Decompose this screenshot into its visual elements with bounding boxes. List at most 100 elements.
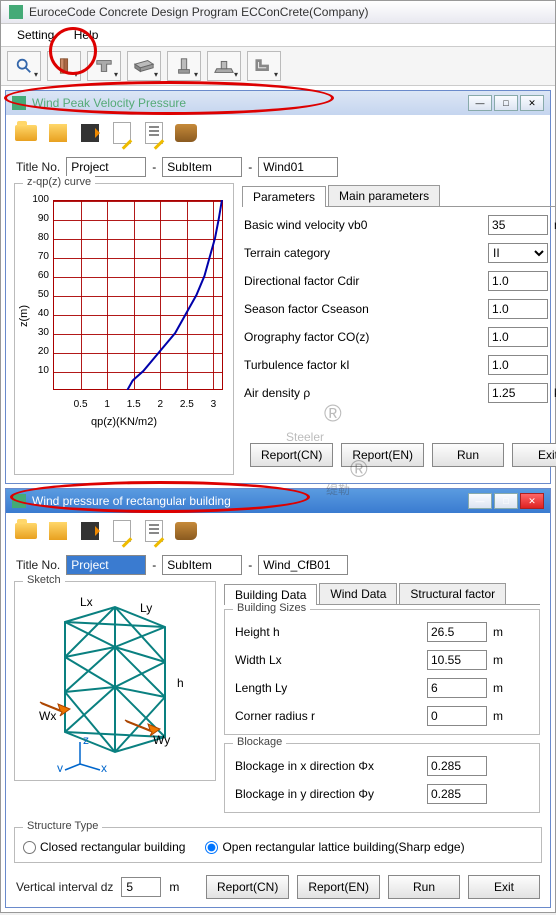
tool-pipe[interactable]: ▾ (247, 51, 281, 81)
cseason-input[interactable] (488, 299, 548, 319)
chart-group: z-qp(z) curve z(m) qp(z)(KN/m2) 10203040… (14, 183, 234, 475)
folder-icon (15, 523, 37, 539)
menu-setting[interactable]: Setting (9, 26, 62, 44)
open-button[interactable] (12, 119, 40, 147)
project-input[interactable] (66, 157, 146, 177)
vb0-input[interactable] (488, 215, 548, 235)
svg-text:x: x (101, 761, 107, 772)
titleno-label: Title No. (16, 160, 60, 174)
report-en-button[interactable]: Report(EN) (341, 443, 424, 467)
height-input[interactable] (427, 622, 487, 642)
tab-wind[interactable]: Wind Data (319, 583, 397, 604)
edit-b-button[interactable] (140, 119, 168, 147)
building-panel: Building Data Wind Data Structural facto… (222, 581, 542, 815)
co-label: Orography factor CO(z) (244, 330, 482, 344)
param-panel: Parameters Main parameters Basic wind ve… (240, 183, 556, 475)
save-icon (49, 124, 67, 142)
panel2-toolbar (6, 513, 550, 549)
cdir-label: Directional factor Cdir (244, 274, 482, 288)
project-input-2[interactable] (66, 555, 146, 575)
svg-text:h: h (177, 676, 184, 690)
help-button-2[interactable] (172, 517, 200, 545)
subitem-input-2[interactable] (162, 555, 242, 575)
terrain-select[interactable]: II (488, 243, 548, 263)
folder-icon (15, 125, 37, 141)
run-button[interactable]: Run (432, 443, 504, 467)
blockage-y-input[interactable] (427, 784, 487, 804)
panel1-max[interactable]: □ (494, 95, 518, 111)
panel1-min[interactable]: — (468, 95, 492, 111)
panel2-title: Wind pressure of rectangular building (32, 494, 468, 508)
panel1-title: Wind Peak Velocity Pressure (32, 96, 468, 110)
app-icon (9, 5, 23, 19)
tab-structural[interactable]: Structural factor (399, 583, 506, 604)
edit-a-button-2[interactable] (108, 517, 136, 545)
vb0-label: Basic wind velocity vb0 (244, 218, 482, 232)
co-input[interactable] (488, 327, 548, 347)
tab-main-parameters[interactable]: Main parameters (328, 185, 440, 206)
tool-slab[interactable]: ▾ (127, 51, 161, 81)
main-toolbar: ▾ ▾ ▾ ▾ ▾ ▾ ▾ (1, 47, 555, 86)
radio-closed[interactable]: Closed rectangular building (23, 840, 185, 854)
svg-text:Lx: Lx (80, 595, 93, 609)
chart-xlabel: qp(z)(KN/m2) (91, 416, 157, 428)
tool-tbeam[interactable]: ▾ (87, 51, 121, 81)
save-icon (49, 522, 67, 540)
radio-open[interactable]: Open rectangular lattice building(Sharp … (205, 840, 464, 854)
blockage-title: Blockage (233, 736, 286, 748)
sketch-svg: Lx Ly h Wx Wy z x y (25, 592, 205, 772)
cseason-label: Season factor Cseason (244, 302, 482, 316)
save-button-2[interactable] (44, 517, 72, 545)
subitem-input[interactable] (162, 157, 242, 177)
titleno-label-2: Title No. (16, 558, 60, 572)
help-button[interactable] (172, 119, 200, 147)
width-input[interactable] (427, 650, 487, 670)
panel1-icon (12, 96, 26, 110)
edit-doc-icon (145, 122, 163, 144)
tool-pier[interactable]: ▾ (167, 51, 201, 81)
main-titlebar: EuroceCode Concrete Design Program ECCon… (1, 1, 555, 24)
run-button-2[interactable]: Run (388, 875, 460, 899)
edit-a-button[interactable] (108, 119, 136, 147)
blockage-x-input[interactable] (427, 756, 487, 776)
sketch-group: Sketch Lx Ly (14, 581, 216, 781)
structure-type-group: Structure Type Closed rectangular buildi… (14, 827, 542, 863)
dz-input[interactable] (121, 877, 161, 897)
panel2-close[interactable]: ✕ (520, 493, 544, 509)
edit-doc-icon (145, 520, 163, 542)
report-cn-button[interactable]: Report(CN) (250, 443, 333, 467)
panel-wind-peak: Wind Peak Velocity Pressure — □ ✕ Title … (5, 90, 551, 484)
panel2-titlebar[interactable]: Wind pressure of rectangular building — … (6, 489, 550, 513)
save-button[interactable] (44, 119, 72, 147)
panel2-min[interactable]: — (468, 493, 492, 509)
exit-icon (81, 522, 99, 540)
radius-input[interactable] (427, 706, 487, 726)
cdir-input[interactable] (488, 271, 548, 291)
wind-input-2[interactable] (258, 555, 348, 575)
length-input[interactable] (427, 678, 487, 698)
tool-search[interactable]: ▾ (7, 51, 41, 81)
edit-b-button-2[interactable] (140, 517, 168, 545)
exit-tool-button-2[interactable] (76, 517, 104, 545)
rho-label: Air density ρ (244, 386, 482, 400)
open-button-2[interactable] (12, 517, 40, 545)
panel2-max[interactable]: □ (494, 493, 518, 509)
terrain-label: Terrain category (244, 246, 482, 260)
svg-text:Wy: Wy (153, 733, 170, 747)
ki-input[interactable] (488, 355, 548, 375)
tool-footing[interactable]: ▾ (207, 51, 241, 81)
menu-help[interactable]: Help (66, 26, 107, 44)
exit-tool-button[interactable] (76, 119, 104, 147)
exit-button[interactable]: Exit (512, 443, 556, 467)
tool-column[interactable]: ▾ (47, 51, 81, 81)
panel1-titlebar[interactable]: Wind Peak Velocity Pressure — □ ✕ (6, 91, 550, 115)
report-en-button-2[interactable]: Report(EN) (297, 875, 380, 899)
rho-input[interactable] (488, 383, 548, 403)
report-cn-button-2[interactable]: Report(CN) (206, 875, 289, 899)
wind-input[interactable] (258, 157, 338, 177)
exit-button-2[interactable]: Exit (468, 875, 540, 899)
svg-text:Wx: Wx (39, 709, 56, 723)
panel1-close[interactable]: ✕ (520, 95, 544, 111)
exit-icon (81, 124, 99, 142)
tab-parameters[interactable]: Parameters (242, 186, 326, 207)
